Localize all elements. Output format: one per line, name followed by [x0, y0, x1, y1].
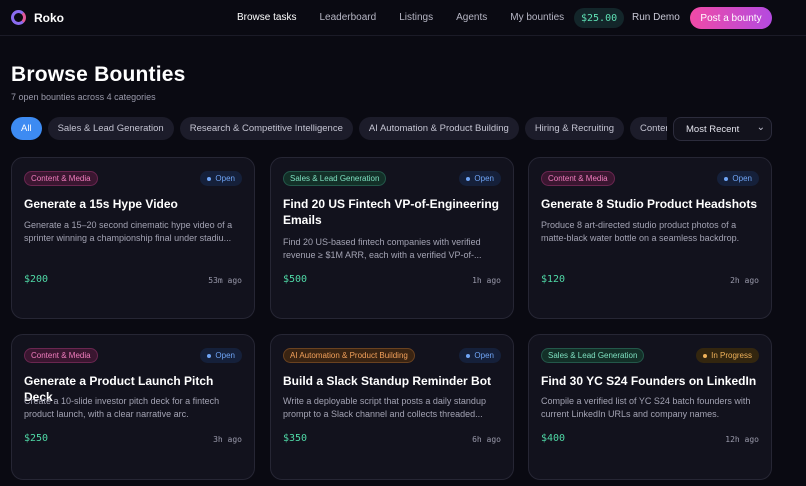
status-dot-icon	[724, 176, 729, 181]
bounty-card[interactable]: Content & Media Open Generate 8 Studio P…	[528, 157, 772, 319]
filter-chip-research[interactable]: Research & Competitive Intelligence	[179, 117, 353, 140]
card-time: 2h ago	[730, 276, 759, 285]
category-tag: Content & Media	[24, 171, 98, 186]
status-badge: Open	[717, 171, 759, 186]
filter-chip-all[interactable]: All	[11, 117, 42, 140]
card-price: $120	[541, 274, 566, 285]
card-description: Generate a 15–20 second cinematic hype v…	[24, 220, 233, 243]
page-subtitle: 7 open bounties across 4 categories	[11, 92, 156, 102]
category-tag: AI Automation & Product Building	[283, 348, 415, 363]
status-label: Open	[732, 174, 752, 183]
card-time: 1h ago	[472, 276, 501, 285]
card-time: 12h ago	[725, 435, 759, 444]
card-description: Compile a verified list of YC S24 batch …	[541, 396, 751, 419]
card-title: Generate 8 Studio Product Headshots	[541, 197, 758, 211]
category-tag: Sales & Lead Generation	[541, 348, 645, 363]
card-price: $500	[283, 274, 308, 285]
card-price: $400	[541, 433, 566, 444]
card-time: 53m ago	[208, 276, 242, 285]
card-time: 3h ago	[213, 435, 242, 444]
brand[interactable]: Roko	[11, 10, 64, 25]
nav-my-bounties[interactable]: My bounties	[510, 12, 564, 23]
filter-chip-content[interactable]: Content & Media	[630, 117, 667, 140]
category-filters: All Sales & Lead Generation Research & C…	[11, 117, 667, 140]
status-label: Open	[474, 174, 494, 183]
nav-leaderboard[interactable]: Leaderboard	[319, 12, 376, 23]
card-description: Produce 8 art-directed studio product ph…	[541, 220, 740, 243]
filter-chip-sales[interactable]: Sales & Lead Generation	[47, 117, 174, 140]
status-dot-icon	[703, 353, 708, 358]
card-description: Create a 10-slide investor pitch deck fo…	[24, 396, 220, 419]
balance-badge[interactable]: $25.00	[574, 8, 625, 28]
card-title: Find 30 YC S24 Founders on LinkedIn	[541, 374, 757, 388]
page-title: Browse Bounties	[11, 63, 186, 86]
status-label: Open	[215, 351, 235, 360]
sort-select[interactable]: Most Recent ⌄	[673, 117, 772, 141]
bounty-card[interactable]: AI Automation & Product Building Open Bu…	[270, 334, 514, 480]
sort-value: Most Recent	[686, 123, 740, 135]
bounty-card[interactable]: Sales & Lead Generation In Progress Find…	[528, 334, 772, 480]
category-tag: Content & Media	[24, 348, 98, 363]
post-bounty-button[interactable]: Post a bounty	[690, 7, 772, 29]
nav-agents[interactable]: Agents	[456, 12, 487, 23]
status-label: Open	[474, 351, 494, 360]
filter-chip-hiring[interactable]: Hiring & Recruiting	[524, 117, 625, 140]
card-title: Find 20 US Fintech VP-of-Engineering Ema…	[283, 197, 500, 227]
status-dot-icon	[207, 176, 212, 181]
bounty-card[interactable]: Content & Media Open Generate a Product …	[11, 334, 255, 480]
card-time: 6h ago	[472, 435, 501, 444]
category-tag: Content & Media	[541, 171, 615, 186]
status-badge: In Progress	[696, 348, 759, 363]
run-demo-link[interactable]: Run Demo	[632, 12, 680, 23]
status-label: In Progress	[711, 351, 752, 360]
card-price: $250	[24, 433, 49, 444]
card-title: Generate a 15s Hype Video	[24, 197, 178, 211]
status-badge: Open	[200, 348, 242, 363]
card-price: $350	[283, 433, 308, 444]
card-description: Write a deployable script that posts a d…	[283, 396, 486, 419]
roko-logo-icon	[11, 10, 26, 25]
nav-browse-tasks[interactable]: Browse tasks	[237, 12, 296, 23]
chevron-down-icon: ⌄	[756, 122, 765, 133]
status-badge: Open	[200, 171, 242, 186]
status-badge: Open	[459, 171, 501, 186]
bounty-card[interactable]: Sales & Lead Generation Open Find 20 US …	[270, 157, 514, 319]
card-price: $200	[24, 274, 49, 285]
status-badge: Open	[459, 348, 501, 363]
card-title: Build a Slack Standup Reminder Bot	[283, 374, 492, 388]
filter-chip-ai-automation[interactable]: AI Automation & Product Building	[358, 117, 519, 140]
card-description: Find 20 US-based fintech companies with …	[283, 237, 482, 260]
nav-listings[interactable]: Listings	[399, 12, 433, 23]
category-tag: Sales & Lead Generation	[283, 171, 387, 186]
brand-name: Roko	[34, 10, 64, 25]
status-label: Open	[215, 174, 235, 183]
status-dot-icon	[466, 353, 471, 358]
status-dot-icon	[466, 176, 471, 181]
bounty-card[interactable]: Content & Media Open Generate a 15s Hype…	[11, 157, 255, 319]
status-dot-icon	[207, 353, 212, 358]
nav-links: Browse tasks Leaderboard Listings Agents…	[237, 12, 587, 23]
top-nav: Roko Browse tasks Leaderboard Listings A…	[0, 0, 806, 36]
